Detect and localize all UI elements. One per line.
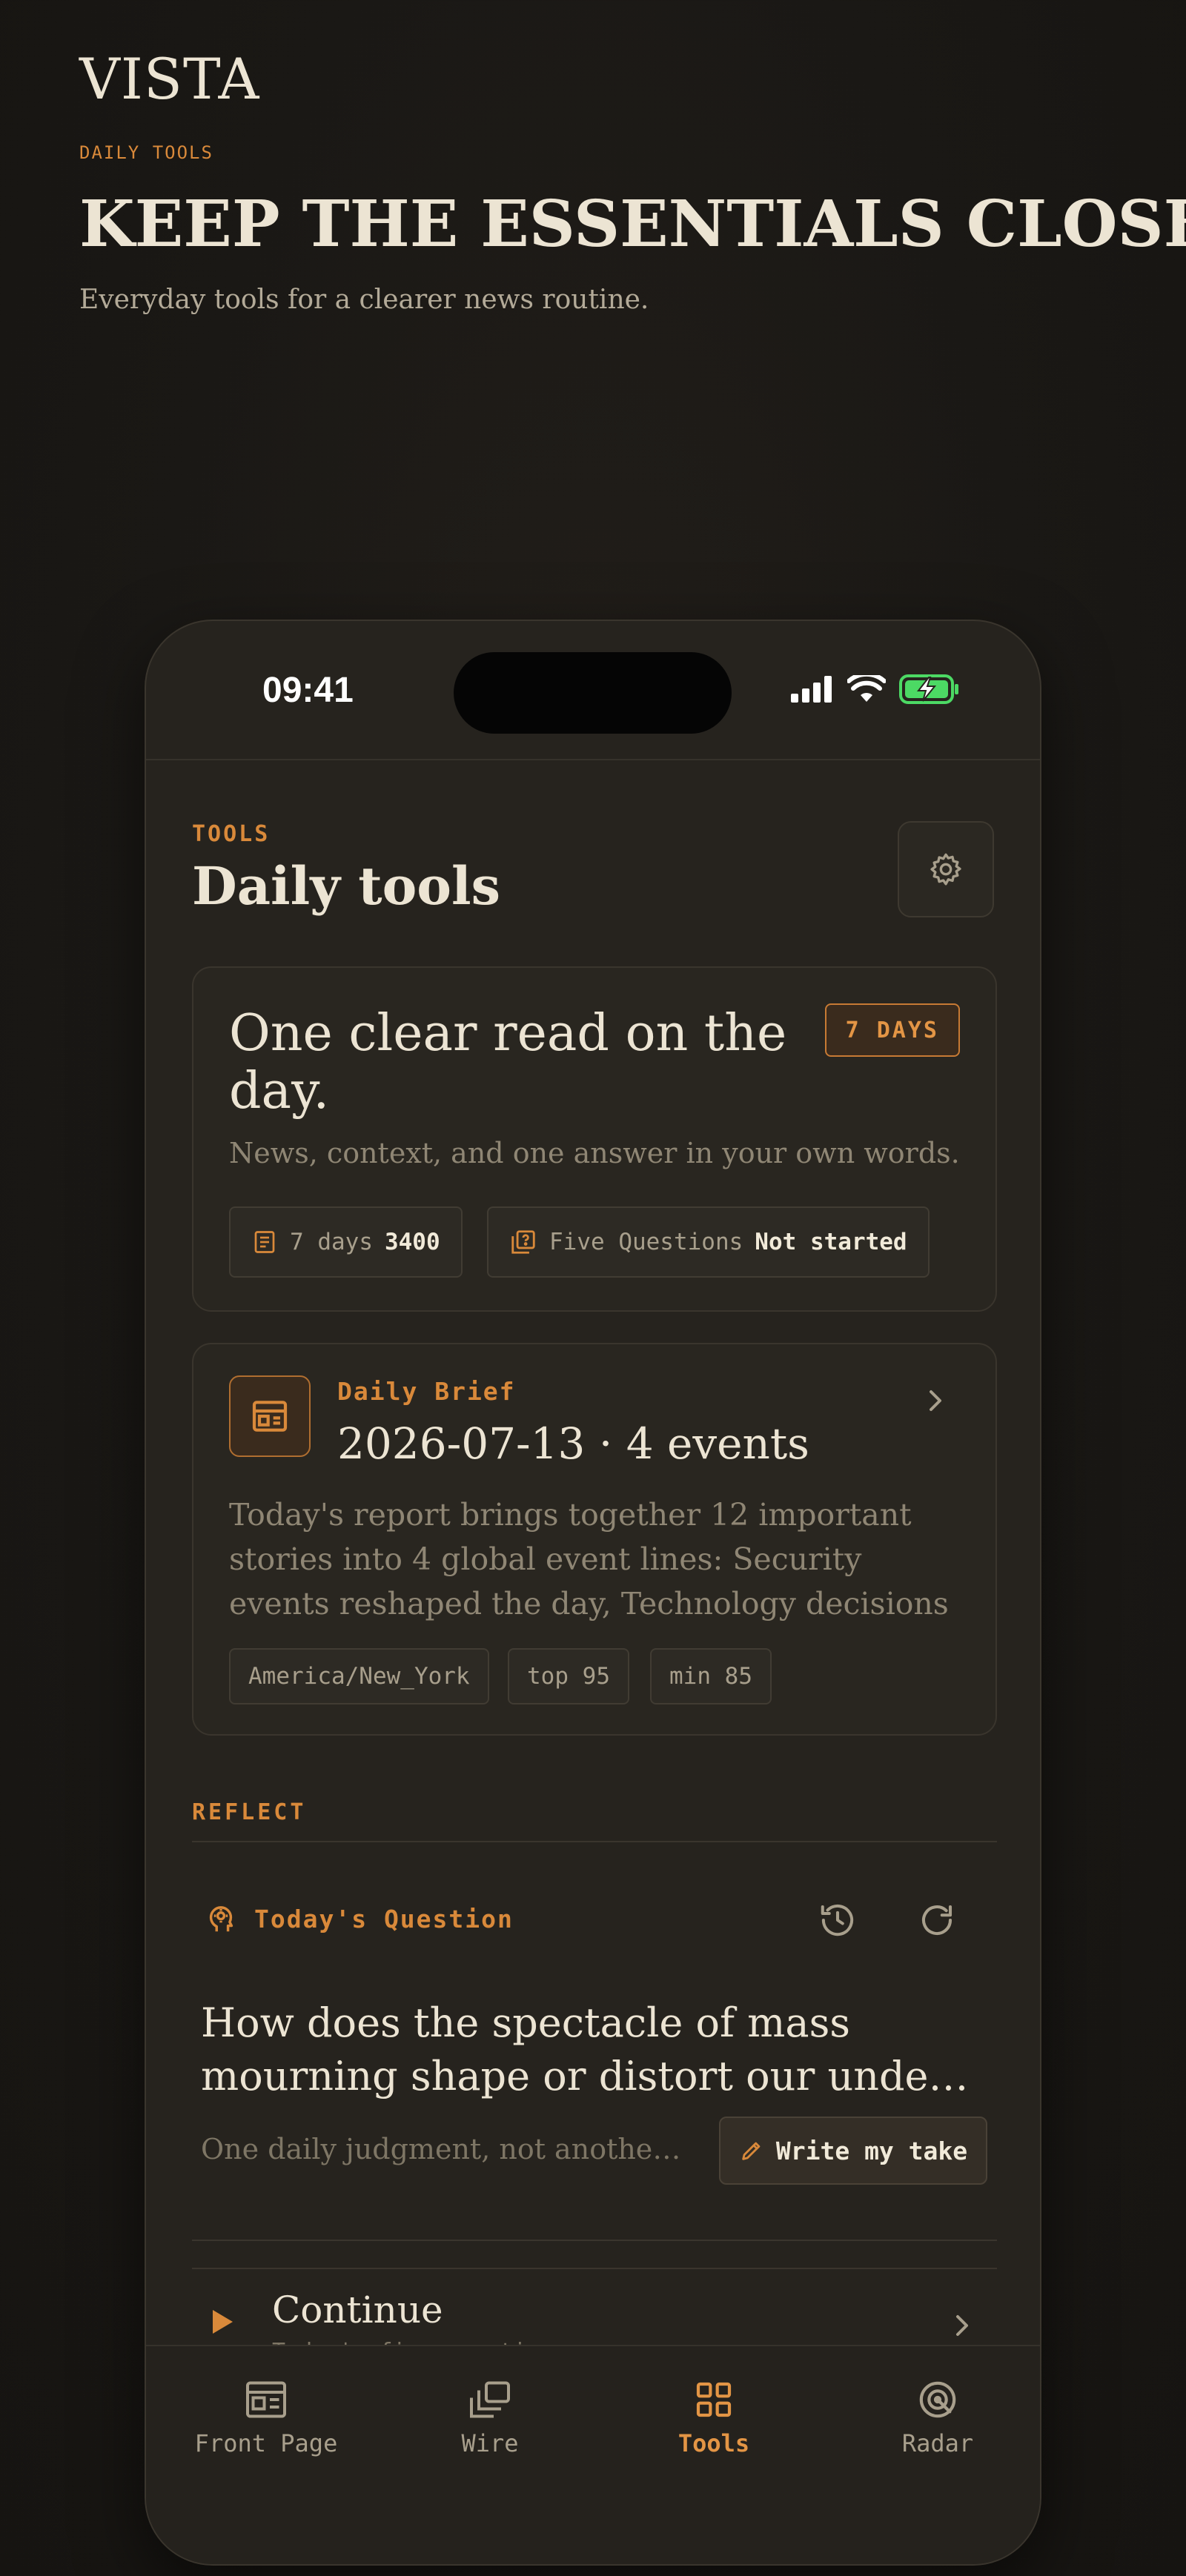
write-button-label: Write my take — [775, 2136, 968, 2165]
brand-wordmark: VISTA — [79, 46, 260, 112]
question-header: Today's Question — [204, 1902, 514, 1936]
pencil-icon — [742, 2142, 761, 2160]
tab-label: Front Page — [194, 2429, 338, 2457]
refresh-icon[interactable] — [917, 1900, 957, 1940]
screen-eyebrow: TOOLS — [192, 821, 271, 847]
chevron-right-icon[interactable] — [951, 2311, 973, 2340]
head-lightbulb-icon — [209, 1906, 233, 1932]
divider — [192, 1841, 997, 1842]
write-my-take-button[interactable]: Write my take — [719, 2117, 987, 2185]
tag-top: top 95 — [508, 1648, 629, 1704]
brief-icon-tile — [229, 1375, 311, 1457]
tools-screen: TOOLS Daily tools One clear read on the … — [146, 760, 1040, 2345]
page-subtitle: Everyday tools for a clearer news routin… — [79, 285, 649, 315]
question-cards-icon — [511, 1230, 535, 1254]
wire-stack-icon — [470, 2381, 510, 2418]
tag-min: min 85 — [650, 1648, 772, 1704]
dynamic-island — [454, 652, 732, 734]
daily-summary-card[interactable]: One clear read on the day. 7 DAYS News, … — [192, 966, 997, 1312]
page-title: KEEP THE ESSENTIALS CLOSE — [79, 187, 1186, 262]
tab-radar[interactable]: Radar — [849, 2379, 1027, 2457]
daily-brief-card[interactable]: Daily Brief 2026-07-13 · 4 events Today'… — [192, 1343, 997, 1736]
question-line-2: mourning shape or distort our underst… — [201, 2053, 972, 2099]
gear-icon — [930, 853, 961, 886]
tab-label: Wire — [461, 2429, 519, 2457]
divider — [192, 2268, 997, 2269]
reflect-section-label: REFLECT — [192, 1799, 307, 1825]
brief-summary: Today's report brings together 12 import… — [229, 1497, 949, 1621]
divider — [192, 2240, 997, 2241]
question-line-1: How does the spectacle of mass — [201, 1999, 850, 2046]
continue-subtitle: Today's five questions — [272, 2339, 566, 2345]
document-icon — [254, 1231, 275, 1253]
days-badge: 7 DAYS — [824, 1003, 960, 1057]
stat-value: 3400 — [384, 1229, 440, 1255]
question-hint: One daily judgment, not another s… — [201, 2133, 690, 2165]
continue-title[interactable]: Continue — [272, 2288, 443, 2331]
grid-icon — [696, 2382, 732, 2417]
battery-charging-icon — [899, 674, 958, 704]
status-icons — [791, 674, 960, 704]
tab-label: Radar — [901, 2429, 974, 2457]
tab-tools[interactable]: Tools — [625, 2379, 803, 2457]
chevron-right-icon — [930, 1390, 941, 1411]
stat-label: 7 days — [290, 1229, 373, 1255]
stat-five-questions[interactable]: Five Questions Not started — [487, 1206, 930, 1278]
newspaper-icon — [252, 1401, 288, 1432]
history-icon[interactable] — [818, 1900, 858, 1940]
tag-timezone: America/New_York — [229, 1648, 489, 1704]
status-bar: 09:41 — [146, 621, 1040, 760]
stat-reading-days[interactable]: 7 days 3400 — [229, 1206, 463, 1278]
screen-title: Daily tools — [192, 855, 501, 917]
tab-label: Tools — [678, 2429, 750, 2457]
status-time: 09:41 — [262, 671, 354, 710]
summary-subtitle: News, context, and one answer in your ow… — [229, 1137, 960, 1169]
wifi-icon — [847, 675, 886, 702]
question-text[interactable]: How does the spectacle of mass mourning … — [201, 1996, 972, 2103]
stat-value: Not started — [755, 1229, 907, 1255]
radar-icon — [919, 2381, 956, 2418]
tab-bar: Front Page Wire Tools Radar — [146, 2345, 1040, 2564]
page-eyebrow: DAILY TOOLS — [79, 142, 213, 163]
settings-button[interactable] — [898, 821, 994, 917]
tab-front-page[interactable]: Front Page — [177, 2379, 355, 2457]
brief-label: Daily Brief — [337, 1377, 516, 1406]
play-icon — [213, 2310, 233, 2334]
question-label: Today's Question — [254, 1904, 514, 1933]
tab-wire[interactable]: Wire — [401, 2379, 579, 2457]
phone-frame: 09:41 TOOLS Daily tools One clear read o… — [145, 620, 1041, 2566]
cellular-signal-icon — [791, 676, 832, 703]
front-page-icon — [246, 2381, 286, 2418]
summary-title: One clear read on the day. — [229, 1004, 787, 1121]
brief-title: 2026-07-13 · 4 events — [337, 1418, 809, 1469]
stat-label: Five Questions — [549, 1229, 743, 1255]
